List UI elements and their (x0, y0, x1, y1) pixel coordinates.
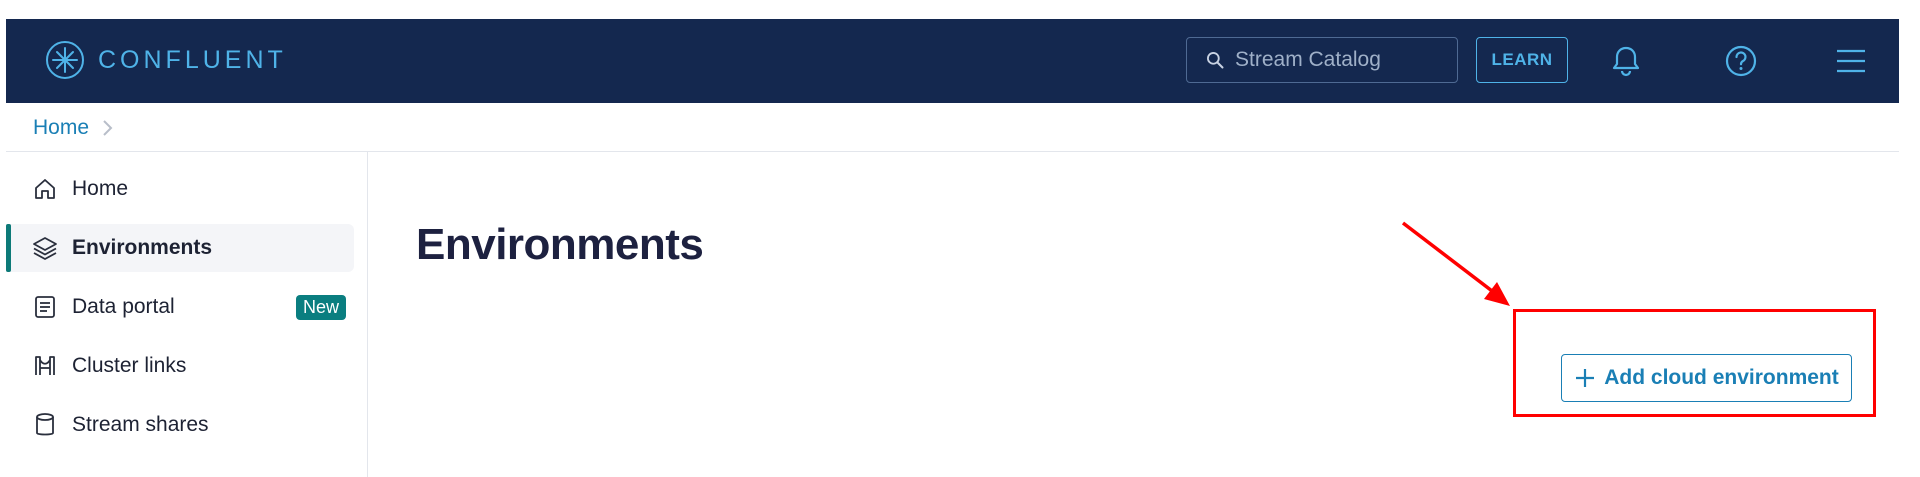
breadcrumb-home-label: Home (33, 116, 90, 139)
bell-icon[interactable] (1608, 43, 1644, 79)
top-navigation-bar: CONFLUENT LEARN (6, 19, 1899, 103)
breadcrumb: Home (6, 103, 1899, 152)
confluent-logo-icon (46, 41, 84, 79)
sidebar-item-stream-shares[interactable]: Stream shares (6, 401, 354, 449)
sidebar-item-cluster-links[interactable]: Cluster links (6, 342, 354, 390)
sidebar-item-label: Environments (72, 236, 213, 259)
cylinder-icon (36, 413, 54, 436)
search-icon (1207, 52, 1224, 69)
chevron-right-icon (103, 120, 113, 136)
stream-catalog-search[interactable] (1186, 37, 1458, 83)
sidebar-item-label: Stream shares (72, 413, 209, 436)
document-icon (35, 296, 55, 318)
page-title: Environments (416, 220, 704, 269)
home-icon (35, 179, 55, 199)
learn-button[interactable]: LEARN (1476, 37, 1568, 83)
add-cloud-environment-button[interactable]: Add cloud environment (1561, 354, 1852, 402)
sidebar-item-label: Data portal (72, 295, 175, 318)
new-badge: New (295, 294, 346, 320)
sidebar-item-label: Cluster links (72, 354, 187, 377)
sidebar-item-home[interactable]: Home (6, 165, 354, 213)
help-icon[interactable] (1723, 43, 1759, 79)
plus-icon (1576, 369, 1595, 387)
menu-icon[interactable] (1833, 43, 1869, 79)
add-cloud-environment-label: Add cloud environment (1604, 366, 1839, 389)
sidebar-item-environments[interactable]: Environments (6, 224, 354, 272)
sidebar: Home Environments Data portal New Cluste… (6, 152, 368, 477)
breadcrumb-home[interactable]: Home (33, 116, 115, 140)
layers-icon (33, 237, 57, 260)
sidebar-item-data-portal[interactable]: Data portal New (6, 283, 354, 331)
sidebar-item-label: Home (72, 177, 129, 200)
logo-text: CONFLUENT (98, 45, 287, 74)
active-indicator (6, 224, 11, 272)
bridge-icon (35, 356, 55, 375)
search-input[interactable] (1233, 47, 1457, 73)
confluent-logo[interactable]: CONFLUENT (44, 39, 287, 81)
